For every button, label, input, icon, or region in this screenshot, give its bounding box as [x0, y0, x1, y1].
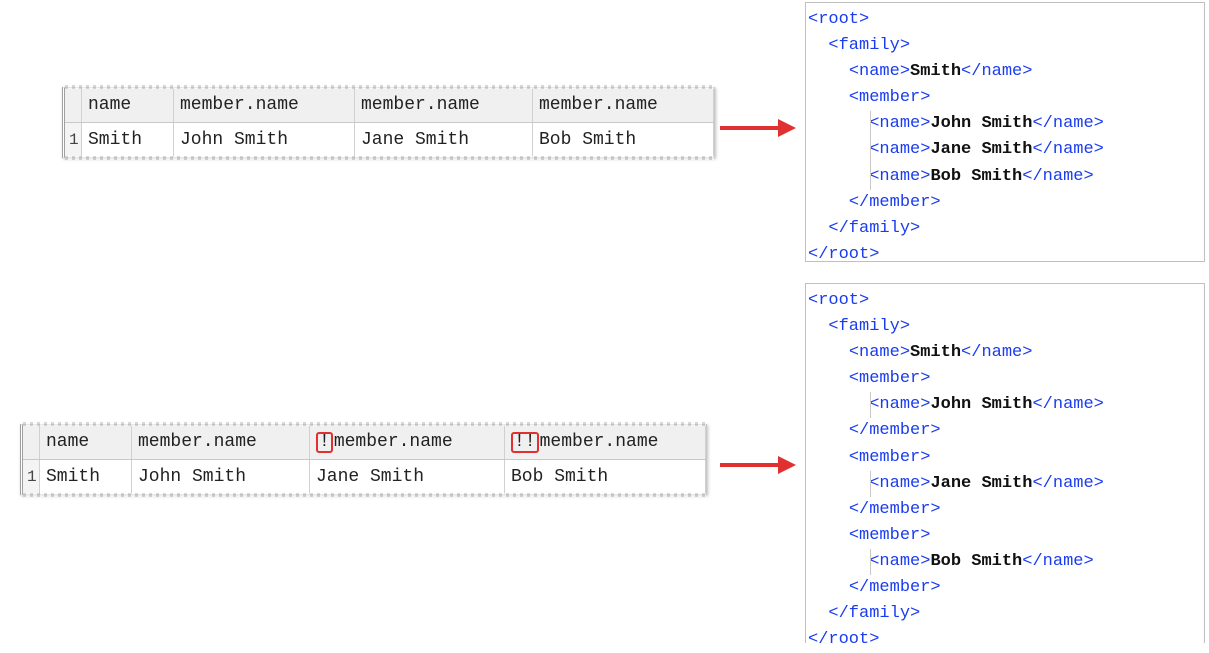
data-grid-bottom: name member.name ! member.name !! member.n… [20, 422, 707, 497]
grid-cell[interactable]: Bob Smith [532, 122, 714, 157]
corner-cell [23, 425, 40, 460]
column-header[interactable]: member.name [532, 88, 714, 123]
column-header[interactable]: name [39, 425, 132, 460]
xml-line: <name>Jane Smith</name> [808, 470, 1204, 497]
row-number[interactable]: 1 [23, 459, 40, 494]
grid-cell[interactable]: Bob Smith [504, 459, 706, 494]
exclamation-prefix-highlight: ! [316, 431, 333, 453]
column-header[interactable]: name [81, 88, 174, 123]
column-header[interactable]: member.name [354, 88, 533, 123]
xml-line: <name>Bob Smith</name> [808, 548, 1204, 576]
xml-line: </root> [808, 630, 880, 650]
torn-edge-top [65, 85, 714, 89]
xml-line: <root> [808, 10, 870, 29]
xml-line: <name>John Smith</name> [808, 111, 1204, 138]
right-arrow-icon [720, 456, 796, 474]
xml-line: <name>John Smith</name> [808, 392, 1204, 419]
xml-line: </member> [848, 499, 941, 519]
xml-line: </root> [808, 244, 880, 264]
torn-edge-bottom [23, 493, 706, 497]
xml-line: </member> [848, 421, 941, 441]
grid-cell[interactable]: John Smith [173, 122, 355, 157]
xml-line: </family> [828, 218, 921, 238]
xml-line: <member> [848, 369, 931, 389]
column-header[interactable]: member.name [173, 88, 355, 123]
xml-line: <root> [808, 291, 870, 310]
torn-edge-top [23, 422, 706, 426]
xml-line: <member> [848, 447, 931, 467]
row-number[interactable]: 1 [65, 122, 82, 157]
xml-output-top: <root> <family> <name>Smith</name> <memb… [805, 2, 1205, 264]
grid-cell[interactable]: John Smith [131, 459, 310, 494]
column-header-label: member.name [333, 431, 453, 452]
corner-cell [65, 88, 82, 123]
column-header-prefixed[interactable]: ! member.name [309, 425, 505, 460]
xml-line: </member> [848, 578, 941, 598]
xml-line: <name>Bob Smith</name> [808, 163, 1204, 190]
xml-line: <family> [828, 317, 911, 337]
xml-line: <name>Smith</name> [848, 62, 1033, 82]
grid-cell[interactable]: Jane Smith [354, 122, 533, 157]
xml-line: <family> [828, 36, 911, 56]
data-grid-top: name member.name member.name member.name… [62, 85, 715, 160]
grid-cell[interactable]: Smith [81, 122, 174, 157]
xml-line: <member> [848, 525, 931, 545]
grid-cell[interactable]: Jane Smith [309, 459, 505, 494]
xml-line: <member> [848, 88, 931, 108]
xml-line: <name>Smith</name> [848, 343, 1033, 363]
column-header-label: member.name [539, 431, 659, 452]
column-header-prefixed[interactable]: !! member.name [504, 425, 706, 460]
right-arrow-icon [720, 119, 796, 137]
xml-line: <name>Jane Smith</name> [808, 137, 1204, 164]
xml-line: </member> [848, 192, 941, 212]
xml-output-bottom: <root> <family> <name>Smith</name> <memb… [805, 283, 1205, 649]
torn-edge-bottom [65, 156, 714, 160]
exclamation-prefix-highlight: !! [511, 431, 539, 453]
column-header[interactable]: member.name [131, 425, 310, 460]
grid-cell[interactable]: Smith [39, 459, 132, 494]
xml-line: </family> [828, 604, 921, 624]
